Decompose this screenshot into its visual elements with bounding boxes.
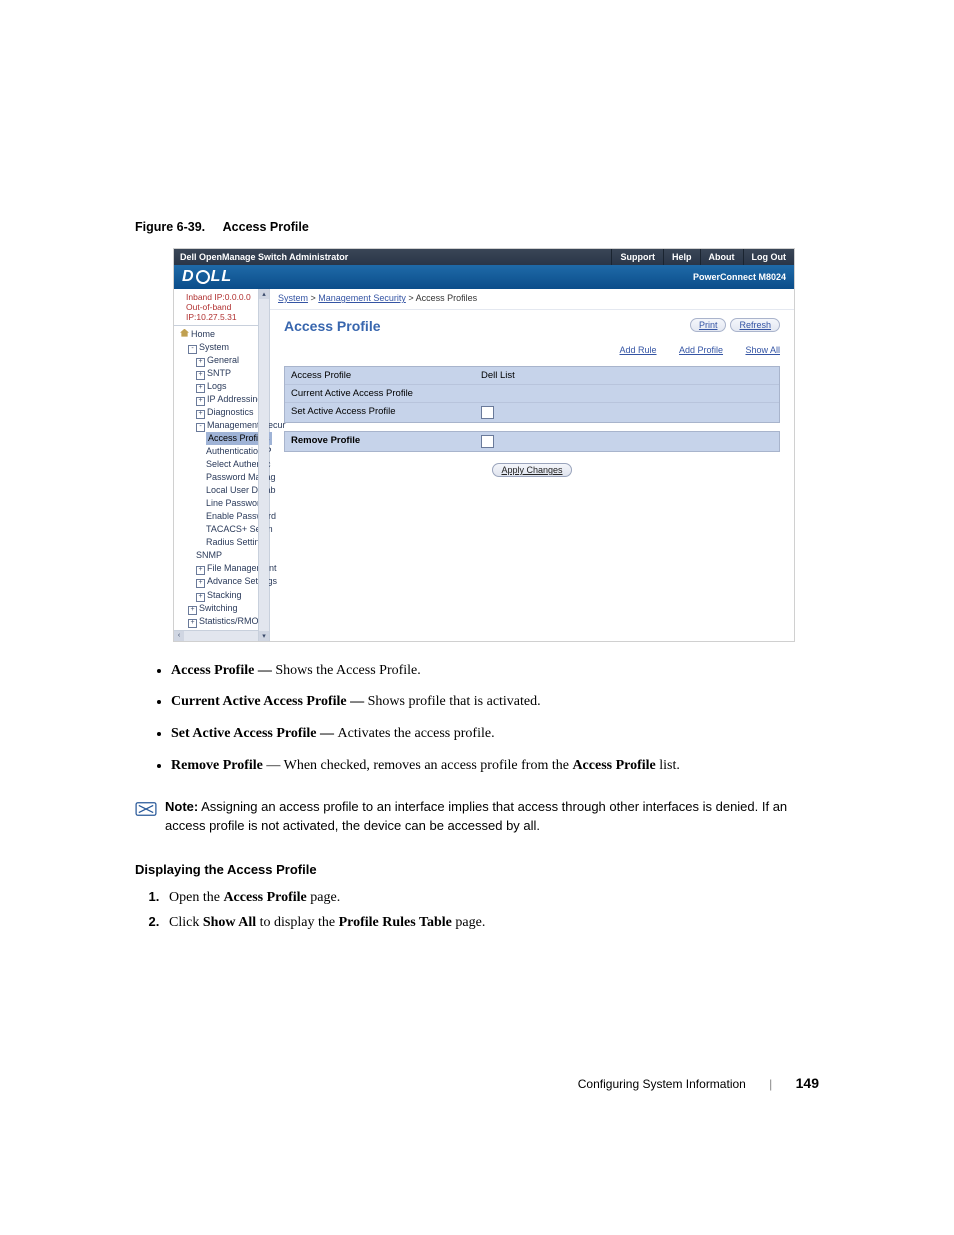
- h-scrollbar[interactable]: ‹›: [174, 630, 269, 641]
- row-access-profile-label: Access Profile: [291, 370, 481, 381]
- scroll-left-icon[interactable]: ‹: [174, 631, 184, 641]
- action-links: Add Rule Add Profile Show All: [284, 340, 780, 358]
- remove-panel: Remove Profile: [284, 431, 780, 452]
- row-current-active-label: Current Active Access Profile: [291, 388, 481, 399]
- page-title: Access Profile: [284, 318, 381, 334]
- tree-snmp[interactable]: SNMP: [176, 549, 269, 562]
- nav-tree: Home -System +General +SNTP +Logs +IP Ad…: [174, 326, 269, 630]
- figure-label: Figure 6-39.: [135, 220, 205, 234]
- scroll-up-icon[interactable]: ▴: [259, 289, 269, 299]
- crumb-current: Access Profiles: [416, 293, 478, 303]
- screenshot-frame: Dell OpenManage Switch Administrator Sup…: [173, 248, 795, 642]
- figure-caption: Figure 6-39. Access Profile: [135, 220, 819, 234]
- plus-icon: +: [196, 384, 205, 393]
- home-icon: [180, 329, 189, 337]
- tree-line-password[interactable]: Line Password: [176, 497, 269, 510]
- tree-radius[interactable]: Radius Settings: [176, 536, 269, 549]
- apply-changes-button[interactable]: Apply Changes: [492, 463, 571, 477]
- remove-profile-label: Remove Profile: [291, 435, 481, 448]
- tree-logs[interactable]: +Logs: [176, 380, 269, 393]
- tree-local-user[interactable]: Local User Datab: [176, 484, 269, 497]
- row-set-active-label: Set Active Access Profile: [291, 406, 481, 419]
- plus-icon: +: [188, 619, 197, 628]
- tree-enable-password[interactable]: Enable Password: [176, 510, 269, 523]
- note-block: Note: Assigning an access profile to an …: [135, 798, 819, 836]
- plus-icon: +: [196, 566, 205, 575]
- tree-file-mgmt[interactable]: +File Management: [176, 562, 269, 575]
- bullet-set-active: Set Active Access Profile — Activates th…: [171, 723, 819, 745]
- about-link[interactable]: About: [700, 249, 743, 265]
- tree-tacacs[interactable]: TACACS+ Settin: [176, 523, 269, 536]
- tree-statistics[interactable]: +Statistics/RMON: [176, 615, 269, 628]
- add-profile-link[interactable]: Add Profile: [679, 345, 723, 355]
- v-scrollbar[interactable]: ▴ ▾: [258, 289, 269, 641]
- tree-ip-addressing[interactable]: +IP Addressing: [176, 393, 269, 406]
- bullet-access-profile: Access Profile — Shows the Access Profil…: [171, 660, 819, 682]
- tree-access-profiles[interactable]: Access Profiles: [176, 432, 269, 445]
- minus-icon: -: [196, 423, 205, 432]
- plus-icon: +: [196, 358, 205, 367]
- plus-icon: +: [196, 371, 205, 380]
- bullet-current-active: Current Active Access Profile — Shows pr…: [171, 691, 819, 713]
- dell-logo: DLL: [182, 268, 232, 286]
- crumb-mgmt-security[interactable]: Management Security: [318, 293, 406, 303]
- plus-icon: +: [196, 593, 205, 602]
- refresh-button[interactable]: Refresh: [730, 318, 780, 332]
- sidebar: Inband IP:0.0.0.0 Out-of-band IP:10.27.5…: [174, 289, 270, 641]
- support-link[interactable]: Support: [611, 249, 663, 265]
- product-label: PowerConnect M8024: [693, 272, 786, 282]
- minus-icon: -: [188, 345, 197, 354]
- section-heading: Displaying the Access Profile: [135, 862, 819, 877]
- crumb-system[interactable]: System: [278, 293, 308, 303]
- window-title: Dell OpenManage Switch Administrator: [174, 252, 611, 262]
- logout-link[interactable]: Log Out: [743, 249, 795, 265]
- tree-sntp[interactable]: +SNTP: [176, 367, 269, 380]
- scroll-down-icon[interactable]: ▾: [259, 631, 269, 641]
- inband-ip: Inband IP:0.0.0.0: [186, 292, 265, 302]
- help-link[interactable]: Help: [663, 249, 700, 265]
- note-text: Note: Assigning an access profile to an …: [165, 798, 819, 836]
- step-1: Open the Access Profile page.: [163, 885, 819, 910]
- window-titlebar: Dell OpenManage Switch Administrator Sup…: [174, 249, 794, 265]
- page-footer: Configuring System Information | 149: [135, 1075, 819, 1091]
- note-label: Note:: [165, 799, 198, 814]
- page-number: 149: [796, 1075, 819, 1091]
- tree-auth-profiles[interactable]: Authentication P: [176, 445, 269, 458]
- bullet-remove-profile: Remove Profile — When checked, removes a…: [171, 755, 819, 777]
- tree-advance[interactable]: +Advance Settings: [176, 575, 269, 588]
- note-icon: [135, 800, 157, 818]
- oob-ip: Out-of-band IP:10.27.5.31: [186, 302, 265, 322]
- tree-select-auth[interactable]: Select Authentic: [176, 458, 269, 471]
- field-descriptions: Access Profile — Shows the Access Profil…: [171, 660, 819, 777]
- plus-icon: +: [196, 397, 205, 406]
- steps-list: Open the Access Profile page. Click Show…: [163, 885, 819, 935]
- add-rule-link[interactable]: Add Rule: [620, 345, 657, 355]
- tree-switching[interactable]: +Switching: [176, 602, 269, 615]
- breadcrumb: System > Management Security > Access Pr…: [270, 289, 794, 310]
- tree-mgmt-security[interactable]: -Management Secur: [176, 419, 269, 432]
- footer-section: Configuring System Information: [578, 1077, 746, 1091]
- main-panel: System > Management Security > Access Pr…: [270, 289, 794, 641]
- figure-title: Access Profile: [223, 220, 309, 234]
- remove-profile-checkbox[interactable]: [481, 435, 494, 448]
- tree-password-mgmt[interactable]: Password Manag: [176, 471, 269, 484]
- plus-icon: +: [196, 579, 205, 588]
- show-all-link[interactable]: Show All: [745, 345, 780, 355]
- print-button[interactable]: Print: [690, 318, 727, 332]
- logo-bar: DLL PowerConnect M8024: [174, 265, 794, 289]
- set-active-checkbox[interactable]: [481, 406, 494, 419]
- tree-stacking[interactable]: +Stacking: [176, 589, 269, 602]
- row-access-profile-value: Dell List: [481, 370, 515, 381]
- tree-diagnostics[interactable]: +Diagnostics: [176, 406, 269, 419]
- profile-panel: Access Profile Dell List Current Active …: [284, 366, 780, 423]
- tree-home[interactable]: Home: [176, 328, 269, 341]
- step-2: Click Show All to display the Profile Ru…: [163, 910, 819, 935]
- footer-separator: |: [769, 1077, 772, 1091]
- tree-system[interactable]: -System: [176, 341, 269, 354]
- ip-block: Inband IP:0.0.0.0 Out-of-band IP:10.27.5…: [174, 289, 269, 326]
- plus-icon: +: [196, 410, 205, 419]
- tree-general[interactable]: +General: [176, 354, 269, 367]
- plus-icon: +: [188, 606, 197, 615]
